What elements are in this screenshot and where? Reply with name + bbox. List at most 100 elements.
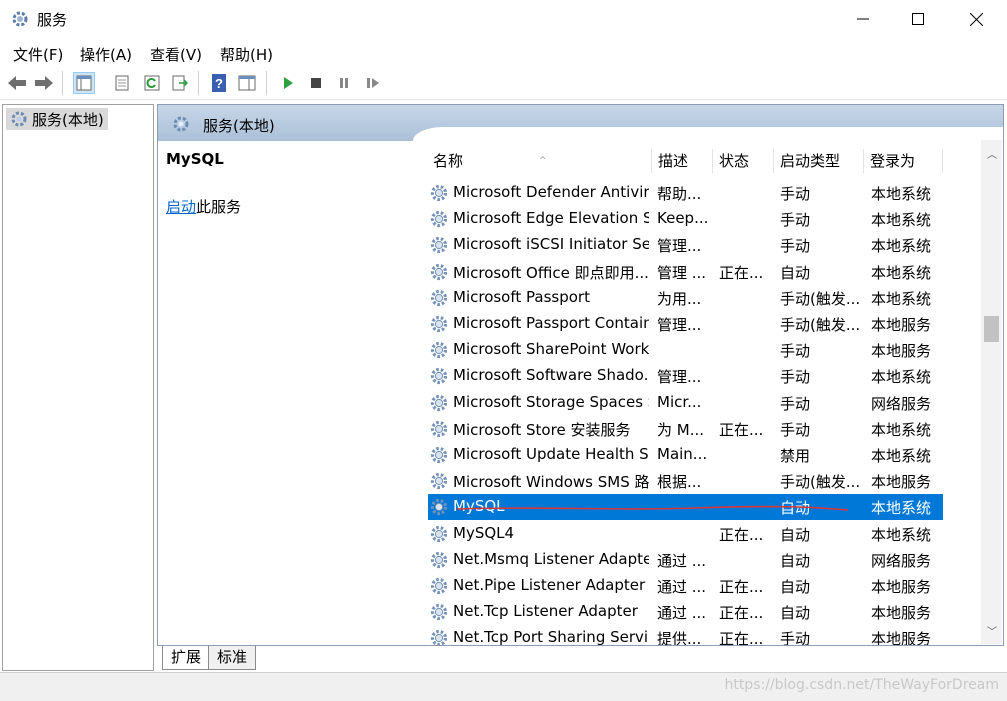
service-row[interactable]: Net.Tcp Port Sharing Service 提供... 正在... 手动… — [428, 625, 943, 646]
menu-help[interactable]: 帮助(H) — [220, 44, 273, 65]
forward-button[interactable] — [33, 72, 55, 94]
title-bar: 服务 — [0, 0, 1007, 38]
service-name-cell: Microsoft Defender Antivir... — [453, 183, 649, 201]
service-row[interactable]: Net.Tcp Listener Adapter 通过 ... 正在... 自动 本地服… — [428, 599, 943, 625]
service-gear-icon — [430, 499, 448, 516]
column-header-status[interactable]: 状态 — [712, 149, 774, 173]
service-row[interactable]: Microsoft SharePoint Work... 手动 本地服务 — [428, 337, 943, 363]
stop-service-button[interactable] — [305, 72, 327, 94]
service-startup-type-cell: 自动 — [780, 525, 811, 544]
refresh-button[interactable] — [141, 72, 163, 94]
column-label-startup-type: 启动类型 — [780, 152, 841, 170]
toolbar-separator — [62, 71, 63, 95]
tab-extended-label: 扩展 — [171, 648, 202, 666]
pause-service-button[interactable] — [333, 72, 355, 94]
column-header-startup-type[interactable]: 启动类型 — [773, 149, 864, 173]
tab-extended[interactable]: 扩展 — [162, 646, 211, 670]
service-log-on-as-cell: 本地系统 — [871, 237, 932, 256]
service-description-cell: 管理... — [657, 237, 702, 256]
vertical-scrollbar[interactable]: ︿ ﹀ — [981, 140, 1002, 644]
close-button[interactable] — [947, 0, 1005, 38]
selected-service-name: MySQL — [166, 150, 224, 168]
help-icon: ? — [212, 74, 226, 92]
menu-file[interactable]: 文件(F) — [13, 44, 63, 65]
maximize-icon — [912, 13, 924, 25]
tab-standard-label: 标准 — [217, 648, 248, 666]
service-log-on-as-cell: 本地服务 — [871, 578, 932, 596]
service-description-cell: 通过 ... — [657, 578, 707, 596]
service-row[interactable]: Net.Pipe Listener Adapter 通过 ... 正在... 自动 本地… — [428, 573, 943, 599]
service-name-cell: Microsoft Passport Container — [453, 314, 649, 332]
service-log-on-as-cell: 本地系统 — [871, 185, 932, 203]
service-gear-icon — [430, 368, 448, 385]
start-service-link[interactable]: 启动 — [166, 198, 196, 216]
service-log-on-as-cell: 本地服务 — [871, 604, 932, 623]
back-button[interactable] — [6, 72, 28, 94]
service-gear-icon — [430, 420, 448, 437]
scroll-down-icon[interactable]: ﹀ — [987, 623, 997, 638]
show-action-pane-button[interactable] — [236, 72, 258, 94]
service-row[interactable]: MySQL4 正在... 自动 本地系统 — [428, 521, 943, 547]
service-name-cell: Net.Tcp Port Sharing Service — [453, 628, 649, 646]
service-startup-type-cell: 自动 — [780, 578, 811, 596]
maximize-button[interactable] — [889, 0, 947, 38]
service-row[interactable]: Microsoft Windows SMS 路... 根据... 手动(触发... 本… — [428, 468, 943, 494]
column-header-description[interactable]: 描述 — [651, 149, 713, 173]
minimize-button[interactable] — [834, 0, 892, 38]
service-row[interactable]: Microsoft Update Health S... Main... 禁用 本地系… — [428, 442, 943, 468]
service-log-on-as-cell: 本地系统 — [871, 525, 932, 544]
service-log-on-as-cell: 本地系统 — [871, 499, 932, 518]
service-log-on-as-cell: 本地系统 — [871, 211, 932, 230]
properties-button[interactable] — [111, 72, 133, 94]
description-panel: MySQL 启动此服务 — [158, 141, 418, 641]
scroll-up-icon[interactable]: ︿ — [987, 146, 997, 161]
service-status-cell: 正在... — [719, 578, 764, 596]
start-service-suffix: 此服务 — [196, 198, 242, 216]
menu-action[interactable]: 操作(A) — [80, 44, 132, 65]
service-description-cell: 管理... — [657, 316, 702, 334]
service-row[interactable]: Net.Msmq Listener Adapter 通过 ... 自动 网络服务 — [428, 547, 943, 573]
service-status-cell: 正在... — [719, 604, 764, 623]
scrollbar-thumb[interactable] — [984, 316, 999, 342]
help-button[interactable]: ? — [208, 72, 230, 94]
service-description-cell: 通过 ... — [657, 604, 707, 623]
service-row[interactable]: Microsoft Edge Elevation S... Keep... 手动 本地… — [428, 206, 943, 232]
restart-service-button[interactable] — [362, 72, 384, 94]
service-startup-type-cell: 手动 — [780, 342, 811, 361]
service-status-cell: 正在... — [719, 525, 764, 544]
back-arrow-icon — [8, 76, 26, 90]
restart-icon — [367, 78, 379, 88]
tree-node-services-local[interactable]: 服务(本地) — [6, 108, 108, 130]
column-label-name: 名称 — [433, 152, 464, 170]
service-row[interactable]: Microsoft iSCSI Initiator Ser... 管理... 手动 本… — [428, 232, 943, 258]
toolbar-separator — [266, 71, 267, 95]
column-header-name[interactable]: 名称 ^ — [426, 149, 652, 173]
tab-standard[interactable]: 标准 — [208, 646, 257, 670]
service-startup-type-cell: 手动(触发... — [780, 289, 861, 308]
service-description-cell: 根据... — [657, 473, 702, 492]
column-header-log-on-as[interactable]: 登录为 — [863, 149, 943, 173]
service-name-cell: Net.Tcp Listener Adapter — [453, 602, 638, 621]
toolbar-separator — [198, 71, 199, 95]
export-list-button[interactable] — [169, 72, 191, 94]
menu-view[interactable]: 查看(V) — [150, 44, 202, 65]
column-label-status: 状态 — [719, 152, 750, 170]
minimize-icon — [857, 18, 869, 20]
service-row[interactable]: Microsoft Passport 为用... 手动(触发... 本地系统 — [428, 285, 943, 311]
start-service-button[interactable] — [277, 72, 299, 94]
service-row[interactable]: Microsoft Office 即点即用... 管理 ... 正在... 自动 本地系… — [428, 259, 943, 285]
service-startup-type-cell: 自动 — [780, 263, 811, 282]
service-name-cell: Microsoft Windows SMS 路... — [453, 473, 649, 492]
service-gear-icon — [430, 446, 448, 464]
status-bar: https://blog.csdn.net/TheWayForDream — [0, 672, 1007, 701]
console-tree: 服务(本地) — [2, 104, 154, 671]
service-description-cell: Micr... — [657, 392, 702, 411]
service-row[interactable]: Microsoft Passport Container 管理... 手动(触发..… — [428, 311, 943, 337]
show-tree-button[interactable] — [73, 72, 95, 94]
service-row[interactable]: Microsoft Software Shado... 管理... 手动 本地系统 — [428, 363, 943, 389]
service-row[interactable]: Microsoft Store 安装服务 为 M... 正在... 手动 本地系统 — [428, 416, 943, 442]
service-row[interactable]: Microsoft Storage Spaces S... Micr... 手动 网络… — [428, 390, 943, 416]
window-title: 服务 — [37, 11, 68, 29]
service-row[interactable]: Microsoft Defender Antivir... 帮助... 手动 本地系统 — [428, 180, 943, 206]
action-pane-icon — [238, 75, 256, 91]
